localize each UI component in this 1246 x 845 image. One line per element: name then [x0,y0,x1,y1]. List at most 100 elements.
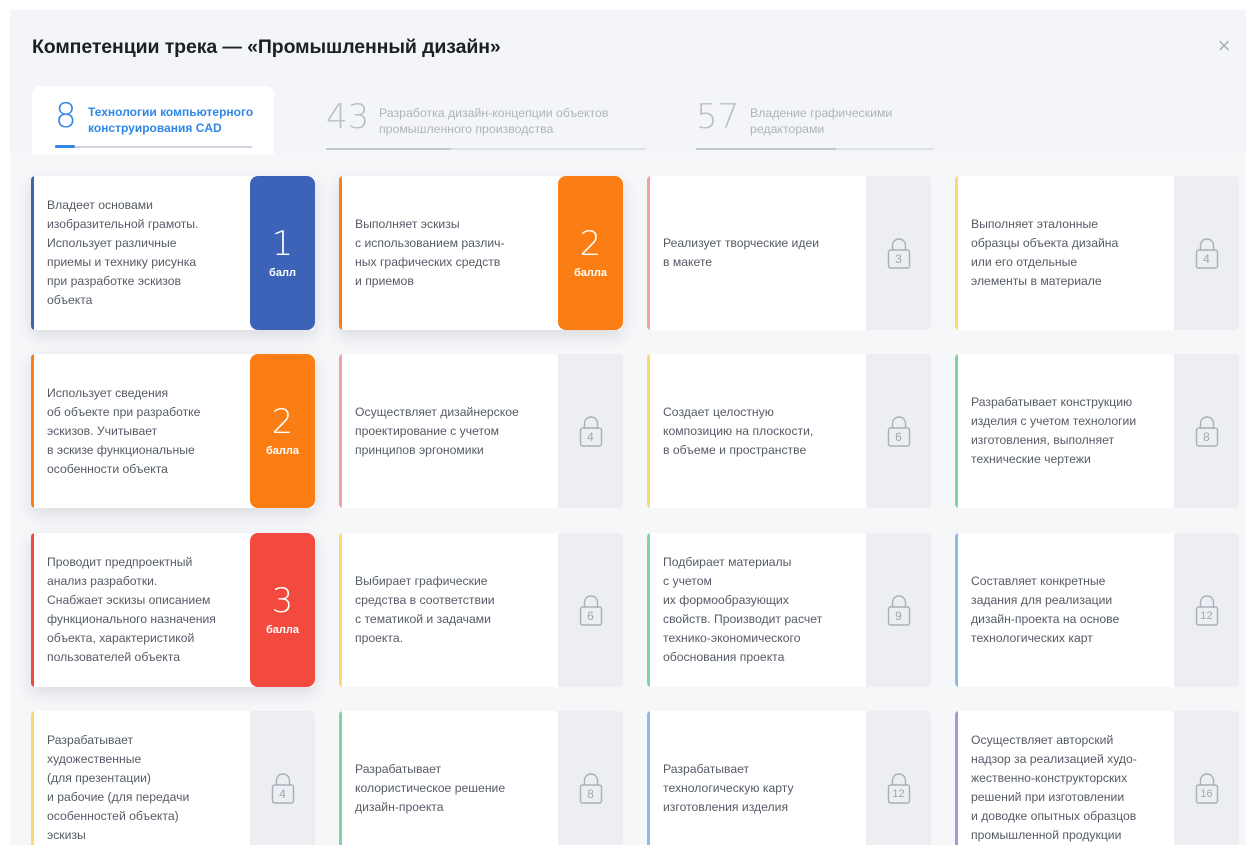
competency-card[interactable]: Использует сведения об объекте при разраб… [31,354,315,508]
competency-card[interactable]: Создает целостную композицию на плоскости… [647,354,931,508]
locked-panel: 9 [866,533,931,687]
competency-description: Использует сведения об объекте при разраб… [47,354,247,508]
competency-card[interactable]: Осуществляет авторский надзор за реализац… [955,711,1239,845]
score-badge: 2 балла [250,354,315,508]
competency-description-lines: Подбирает материалы с учетом их формообраз… [663,553,822,667]
competency-card[interactable]: Разрабатывает технологическую карту изгото… [647,711,931,845]
tab-number: 57 [696,97,740,137]
description-line: композицию на плоскости, [663,423,814,438]
description-line: функционального назначения [47,612,216,626]
description-line: при разработке эскизов [47,274,181,288]
lock-icon: 12 [886,771,912,805]
competency-description-lines: Выбирает графические средства в соответст… [355,572,495,648]
competency-card[interactable]: Владеет основами изобразительной грамоты.… [31,176,315,330]
required-level: 8 [1203,430,1210,444]
tab-label-line: конструирования CAD [88,121,222,135]
level-stripe [647,176,650,330]
description-line: особенностей объекта) [47,809,179,823]
description-line: Разрабатывает конструкцию [971,395,1133,409]
modal-title: Компетенции трека — «Промышленный дизайн… [32,36,501,58]
competencies-modal: Компетенции трека — «Промышленный дизайн… [10,10,1246,845]
score-value: 2 [579,224,602,264]
tab-label-line: Технологии компьютерного [88,105,254,119]
description-line: технические чертежи [971,452,1091,466]
description-line: Подбирает материалы [663,555,792,569]
description-line: проекта. [355,631,404,645]
description-line: принципов эргономики [355,442,484,457]
competency-card[interactable]: Реализует творческие идеи в макете 3 [647,176,931,330]
competency-card[interactable]: Разрабатывает конструкцию изделия с учето… [955,354,1239,508]
description-line: с использованием различ- [355,236,505,250]
tab-label: Разработка дизайн-концепции объектов про… [379,105,608,137]
tab-underline [55,146,252,148]
competency-card[interactable]: Осуществляет дизайнерское проектирование … [339,354,623,508]
level-stripe [31,354,34,508]
close-icon[interactable]: × [1214,35,1234,57]
description-line: Разрабатывает [47,733,134,747]
description-line: ных графических средств [355,255,501,269]
locked-panel: 4 [1174,176,1239,330]
locked-panel: 8 [1174,354,1239,508]
score-label: балла [265,445,299,457]
description-line: Создает целостную [663,404,774,419]
tab-progress [326,148,451,150]
tab-graphic-editors[interactable]: 57 Владение графическими редакторами [694,86,954,154]
competency-card[interactable]: Выбирает графические средства в соответст… [339,533,623,687]
level-stripe [955,176,958,330]
description-line: Использует различные [47,236,177,250]
description-line: изделия с учетом технологии [971,414,1137,428]
competency-card[interactable]: Разрабатывает колористическое решение диза… [339,711,623,845]
tab-label-line: редакторами [750,122,825,136]
description-line: Выполняет эскизы [355,217,460,231]
description-line: с учетом [663,574,712,588]
competency-grid: Владеет основами изобразительной грамоты.… [10,154,1246,845]
description-line: Использует сведения [47,385,169,400]
description-line: в макете [663,255,713,269]
locked-panel: 4 [250,711,315,845]
description-line: Реализует творческие идеи [663,236,820,250]
competency-description: Выбирает графические средства в соответст… [355,533,555,687]
description-line: (для презентации) [47,771,151,785]
tab-label-line: Разработка дизайн-концепции объектов [379,106,609,120]
competency-description-lines: Проводит предпроектный анализ разработки.… [47,553,216,667]
competency-description-lines: Разрабатывает конструкцию изделия с учето… [971,393,1136,469]
score-value: 3 [271,581,294,621]
locked-panel: 4 [558,354,623,508]
competency-description: Владеет основами изобразительной грамоты.… [47,176,247,330]
competency-card[interactable]: Выполняет эскизы с использованием различ-… [339,176,623,330]
competency-card[interactable]: Разрабатывает художественные (для презента… [31,711,315,845]
competency-card[interactable]: Составляет конкретные задания для реализа… [955,533,1239,687]
required-level: 12 [1200,610,1213,622]
level-stripe [31,176,34,330]
required-level: 9 [895,609,902,623]
description-line: особенности объекта [47,461,168,476]
competency-card[interactable]: Подбирает материалы с учетом их формообраз… [647,533,931,687]
tab-number: 43 [326,97,370,137]
score-label: балла [573,267,607,279]
description-line: задания для реализации [971,593,1113,607]
tab-label-line: Владение графическими [750,106,893,120]
competency-description: Проводит предпроектный анализ разработки.… [47,533,247,687]
description-line: в объеме и пространстве [663,442,807,457]
description-line: изготовления изделия [663,799,789,814]
competency-description: Выполняет эталонные образцы объекта дизай… [971,176,1171,330]
required-level: 12 [892,788,905,800]
required-level: 4 [279,787,286,801]
tab-design-concept[interactable]: 43 Разработка дизайн-концепции объектов … [322,86,662,154]
competency-description: Разрабатывает художественные (для презента… [47,711,247,845]
required-level: 6 [895,430,902,444]
lock-icon: 9 [886,593,912,627]
competency-card[interactable]: Выполняет эталонные образцы объекта дизай… [955,176,1239,330]
description-line: Осуществляет авторский [971,733,1114,747]
competency-description-lines: Выполняет эталонные образцы объекта дизай… [971,215,1118,291]
competency-card[interactable]: Проводит предпроектный анализ разработки.… [31,533,315,687]
score-badge: 2 балла [558,176,623,330]
score-badge: 1 балл [250,176,315,330]
description-line: в эскизе функциональные [47,442,195,457]
description-line: эскизов. Учитывает [47,423,158,438]
tab-cad[interactable]: 8 Технологии компьютерного конструирован… [32,86,274,154]
level-stripe [955,711,958,845]
description-line: Снабжает эскизы описанием [47,593,211,607]
description-line: или его отдельные [971,255,1078,269]
tab-progress [55,145,75,148]
